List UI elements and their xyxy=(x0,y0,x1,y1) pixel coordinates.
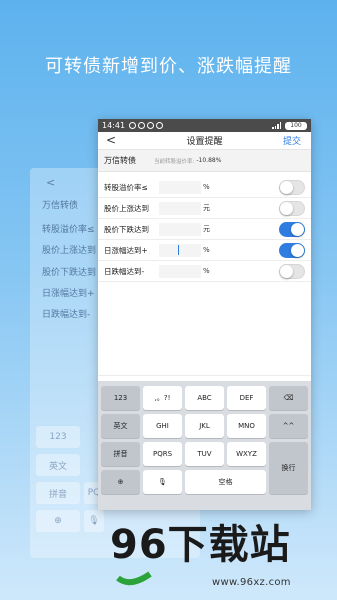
message-icon xyxy=(129,122,137,129)
globe-icon[interactable]: ⊕ xyxy=(101,470,140,494)
ghost-item: 日涨幅达到+ xyxy=(42,289,95,299)
key-punct[interactable]: ,。?! xyxy=(143,386,182,410)
key-jkl[interactable]: JKL xyxy=(185,414,224,438)
watermark-brand: 96下载站 xyxy=(110,522,291,568)
app-icon xyxy=(156,122,164,129)
toggle-knob xyxy=(291,223,304,236)
toggle-knob xyxy=(291,244,304,257)
empty-area xyxy=(98,282,311,376)
daily-fall-input[interactable] xyxy=(159,264,201,278)
price-down-input[interactable] xyxy=(159,222,201,236)
key-123[interactable]: 123 xyxy=(101,386,140,410)
status-bar: 14:41 100 xyxy=(98,119,311,132)
ghost-item: 股价下跌达到 xyxy=(42,268,97,278)
submit-button[interactable]: 提交 xyxy=(283,134,301,147)
key-newline[interactable]: 换行 xyxy=(269,442,308,494)
keyboard: 123 ,。?! ABC DEF ⌫ 英文 GHI JKL MNO ^^ 拼音 … xyxy=(98,381,311,510)
ghost-item: 转股溢价率≤ xyxy=(42,225,95,235)
key-wxyz[interactable]: WXYZ xyxy=(227,442,266,466)
premium-input[interactable] xyxy=(159,180,201,194)
setting-row-daily-rise: 日涨幅达到+ % xyxy=(98,240,311,261)
text-cursor xyxy=(178,245,179,255)
key-abc[interactable]: ABC xyxy=(185,386,224,410)
watermark-site: www.96xz.com xyxy=(212,577,291,588)
setting-row-daily-fall: 日跌幅达到- % xyxy=(98,261,311,282)
battery-icon: 100 xyxy=(285,121,307,130)
signal-icon xyxy=(272,122,281,129)
ghost-item: 万信转债 xyxy=(42,201,79,211)
key-mno[interactable]: MNO xyxy=(227,414,266,438)
price-up-input[interactable] xyxy=(159,201,201,215)
key-emoji[interactable]: ^^ xyxy=(269,414,308,438)
premium-value: -10.88% xyxy=(196,157,222,164)
key-space[interactable]: 空格 xyxy=(185,470,266,494)
key-english[interactable]: 英文 xyxy=(101,414,140,438)
toggle-knob xyxy=(280,265,293,278)
bond-name: 万信转债 xyxy=(104,156,136,165)
ghost-item: 日跌幅达到- xyxy=(42,310,91,320)
toggle-knob xyxy=(280,181,293,194)
key-def[interactable]: DEF xyxy=(227,386,266,410)
bond-info-row: 万信转债 当前转股溢价率: -10.88% xyxy=(98,150,311,172)
key-ghi[interactable]: GHI xyxy=(143,414,182,438)
page-title: 设置提醒 xyxy=(186,137,223,147)
setting-label: 股价下跌达到 xyxy=(104,224,149,234)
ghost-globe-icon: ⊕ xyxy=(36,510,80,532)
toggle-knob xyxy=(280,202,293,215)
nav-bar: < 设置提醒 提交 xyxy=(98,132,311,150)
key-pinyin[interactable]: 拼音 xyxy=(101,442,140,466)
setting-unit: 元 xyxy=(203,204,210,212)
key-tuv[interactable]: TUV xyxy=(185,442,224,466)
daily-rise-toggle[interactable] xyxy=(279,243,305,258)
premium-toggle[interactable] xyxy=(279,180,305,195)
notification-icon xyxy=(147,122,155,129)
premium-label: 当前转股溢价率: xyxy=(154,158,195,165)
setting-row-price-up: 股价上涨达到 元 xyxy=(98,198,311,219)
setting-unit: % xyxy=(203,183,210,191)
daily-rise-input[interactable] xyxy=(159,243,201,257)
price-up-toggle[interactable] xyxy=(279,201,305,216)
price-down-toggle[interactable] xyxy=(279,222,305,237)
setting-label: 股价上涨达到 xyxy=(104,203,149,213)
setting-unit: 元 xyxy=(203,225,210,233)
chat-icon xyxy=(138,122,146,129)
ghost-key: 英文 xyxy=(36,454,80,476)
ghost-key: 123 xyxy=(36,426,80,448)
status-time: 14:41 xyxy=(102,121,126,130)
key-pqrs[interactable]: PQRS xyxy=(143,442,182,466)
microphone-icon[interactable]: 🎙 xyxy=(143,470,182,494)
setting-label: 日涨幅达到+ xyxy=(104,245,148,255)
ghost-mic-icon: 🎙 xyxy=(84,510,104,532)
setting-unit: % xyxy=(203,267,210,275)
daily-fall-toggle[interactable] xyxy=(279,264,305,279)
ghost-item: 股价上涨达到 xyxy=(42,246,97,256)
ghost-back-icon: < xyxy=(46,176,56,189)
battery-level: 100 xyxy=(290,122,302,129)
ghost-key: 拼音 xyxy=(36,482,80,504)
back-arrow-icon[interactable]: < xyxy=(106,133,116,147)
setting-row-premium: 转股溢价率≤ % xyxy=(98,177,311,198)
setting-label: 日跌幅达到- xyxy=(104,266,145,276)
setting-row-price-down: 股价下跌达到 元 xyxy=(98,219,311,240)
phone-screen: 14:41 100 < 设置提醒 提交 万信转债 当前转股溢价率: -10.88… xyxy=(98,119,311,510)
watermark-green-swoosh xyxy=(116,571,152,586)
promo-headline: 可转债新增到价、涨跌幅提醒 xyxy=(45,56,292,77)
setting-label: 转股溢价率≤ xyxy=(104,182,148,192)
backspace-icon[interactable]: ⌫ xyxy=(269,386,308,410)
setting-unit: % xyxy=(203,246,210,254)
